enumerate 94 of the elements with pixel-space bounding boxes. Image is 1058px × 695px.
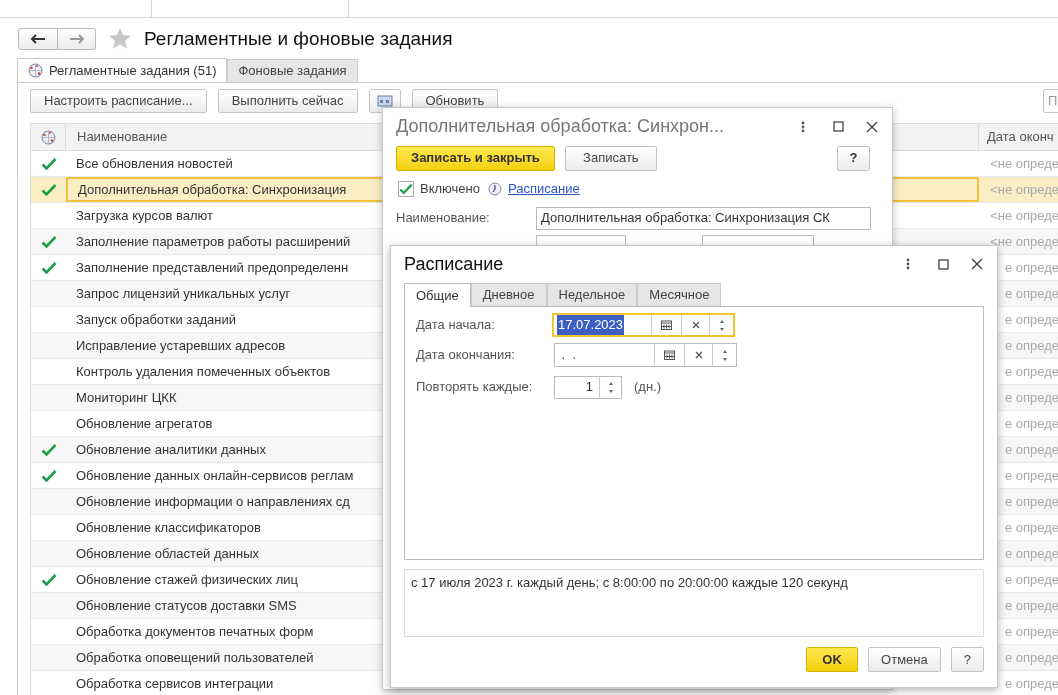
dialog-button[interactable]: Записать (564, 145, 657, 171)
calendar-button[interactable] (368, 88, 401, 113)
spin-arrows-icon[interactable] (721, 348, 728, 362)
star-icon[interactable] (108, 27, 132, 51)
cell-text: Загрузка курсов валют (76, 206, 213, 225)
toolbar-button[interactable]: Выполнить сейчас (217, 88, 358, 113)
dialog-button[interactable]: OK (806, 647, 859, 672)
cell-text: е опреде (1004, 596, 1058, 615)
field-label: Повторять каждые: (416, 378, 534, 397)
cell-text: Обработка оповещений пользователей (76, 648, 314, 667)
cell-text: Обработка сервисов интеграции (76, 674, 274, 693)
cell-text: е опреде (1004, 466, 1058, 485)
cell-text: Все обновления новостей (76, 154, 233, 173)
calendar-icon[interactable] (661, 320, 672, 330)
spin-arrows-icon[interactable] (718, 318, 725, 332)
cell-text: е опреде (1004, 388, 1058, 407)
cell-text: Контроль удаления помеченных объектов (76, 362, 331, 381)
dialog-title: Дополнительная обработка: Синхрон... (396, 115, 725, 138)
date-field[interactable]: 17.07.2023 (552, 313, 735, 337)
unit-label: (дн.) (634, 378, 662, 397)
cell-text: Обновление данных онлайн-сервисов реглам (76, 466, 354, 485)
toolbar-button[interactable]: Настроить расписание... (30, 88, 207, 113)
schedule-summary: с 17 июля 2023 г. каждый день; с 8:00:00 по 20:00:00 каждые 120 секунд (404, 569, 984, 637)
cell-text: Обновление областей данных (76, 544, 259, 563)
cell-text: <не опреде (990, 154, 1058, 173)
cell-text: Обновление агрегатов (76, 414, 213, 433)
tab[interactable]: Недельное (546, 283, 638, 306)
tab[interactable]: Регламентные задания (51) (17, 58, 228, 82)
more-icon[interactable] (801, 120, 805, 133)
tab[interactable]: Месячное (637, 283, 722, 306)
checkbox[interactable] (398, 181, 414, 197)
forward-arrow-icon (68, 34, 85, 44)
cell-text: е опреде (1004, 622, 1058, 641)
back-arrow-icon (30, 34, 46, 44)
dialog-button[interactable]: ? (950, 647, 984, 672)
tab[interactable]: Фоновые задания (227, 59, 358, 82)
checkbox-label: Включено (420, 180, 480, 199)
column-header[interactable]: Наименование (77, 127, 168, 147)
field-label: Наименование: (396, 209, 491, 228)
cell-text: Обновление аналитики данных (76, 440, 266, 459)
cell-text: Обновление стажей физических лиц (76, 570, 299, 589)
cell-text: Обновление информации о направлениях сд (76, 492, 350, 511)
tab[interactable]: Дневное (470, 283, 547, 306)
back-button[interactable] (18, 28, 58, 50)
cell-text: е опреде (1004, 310, 1058, 329)
field-label: Дата окончания: (416, 346, 516, 365)
name-field[interactable]: Дополнительная обработка: Синхронизация СК (536, 206, 871, 230)
cell-text: <не опреде (990, 232, 1058, 251)
date-field[interactable]: . . (554, 343, 737, 367)
spin-arrows-icon[interactable] (607, 380, 614, 394)
dialog-button[interactable]: Записать и закрыть (396, 145, 555, 171)
cell-text: Обновление классификаторов (76, 518, 261, 537)
cell-text: е опреде (1004, 258, 1058, 277)
dialog-title: Расписание (404, 252, 504, 276)
cell-text: е опреде (1004, 648, 1058, 667)
close-icon[interactable] (971, 258, 983, 270)
status-icon (40, 129, 56, 145)
cell-text: Мониторинг ЦКК (76, 388, 177, 407)
cell-text: <не опреде (990, 180, 1058, 199)
cell-text: Заполнение представлений предопределенн (76, 258, 349, 277)
cell-text: е опреде (1004, 674, 1058, 693)
tab[interactable]: Общие (404, 283, 471, 307)
cell-text: е опреде (1004, 492, 1058, 511)
maximize-icon[interactable] (833, 121, 844, 132)
calendar-icon[interactable] (664, 350, 675, 360)
cell-text: <не опреде (990, 206, 1058, 225)
maximize-icon[interactable] (938, 258, 949, 270)
search-field[interactable]: П (1043, 88, 1058, 113)
clear-icon[interactable] (694, 351, 703, 359)
spin-field[interactable]: 1 (554, 375, 622, 399)
cell-text: Запрос лицензий уникальных услуг (76, 284, 291, 303)
cell-text: Запуск обработки заданий (76, 310, 237, 329)
calendar-icon (376, 94, 393, 107)
cell-text: е опреде (1004, 414, 1058, 433)
dialog-button[interactable]: Отмена (868, 647, 941, 672)
cell-text: Обновление статусов доставки SMS (76, 596, 297, 615)
cell-text: е опреде (1004, 518, 1058, 537)
cell-text: Заполнение параметров работы расширений (76, 232, 351, 251)
cell-text: е опреде (1004, 440, 1058, 459)
cell-text: е опреде (1004, 570, 1058, 589)
column-header[interactable]: Дата оконч (987, 127, 1054, 147)
cell-text: Исправление устаревших адресов (76, 336, 286, 355)
cell-text: е опреде (1004, 544, 1058, 563)
close-icon[interactable] (866, 120, 878, 133)
cell-text: е опреде (1004, 284, 1058, 303)
schedule-link[interactable]: Расписание (507, 179, 580, 199)
field-label: Дата начала: (416, 316, 496, 335)
cell-text: е опреде (1004, 336, 1058, 355)
help-button[interactable]: ? (837, 145, 870, 171)
cell-text: Обработка документов печатных форм (76, 622, 314, 641)
cell-text: е опреде (1004, 362, 1058, 381)
page-title: Регламентные и фоновые задания (144, 26, 453, 51)
more-icon[interactable] (906, 258, 910, 270)
clear-icon[interactable] (691, 321, 700, 329)
